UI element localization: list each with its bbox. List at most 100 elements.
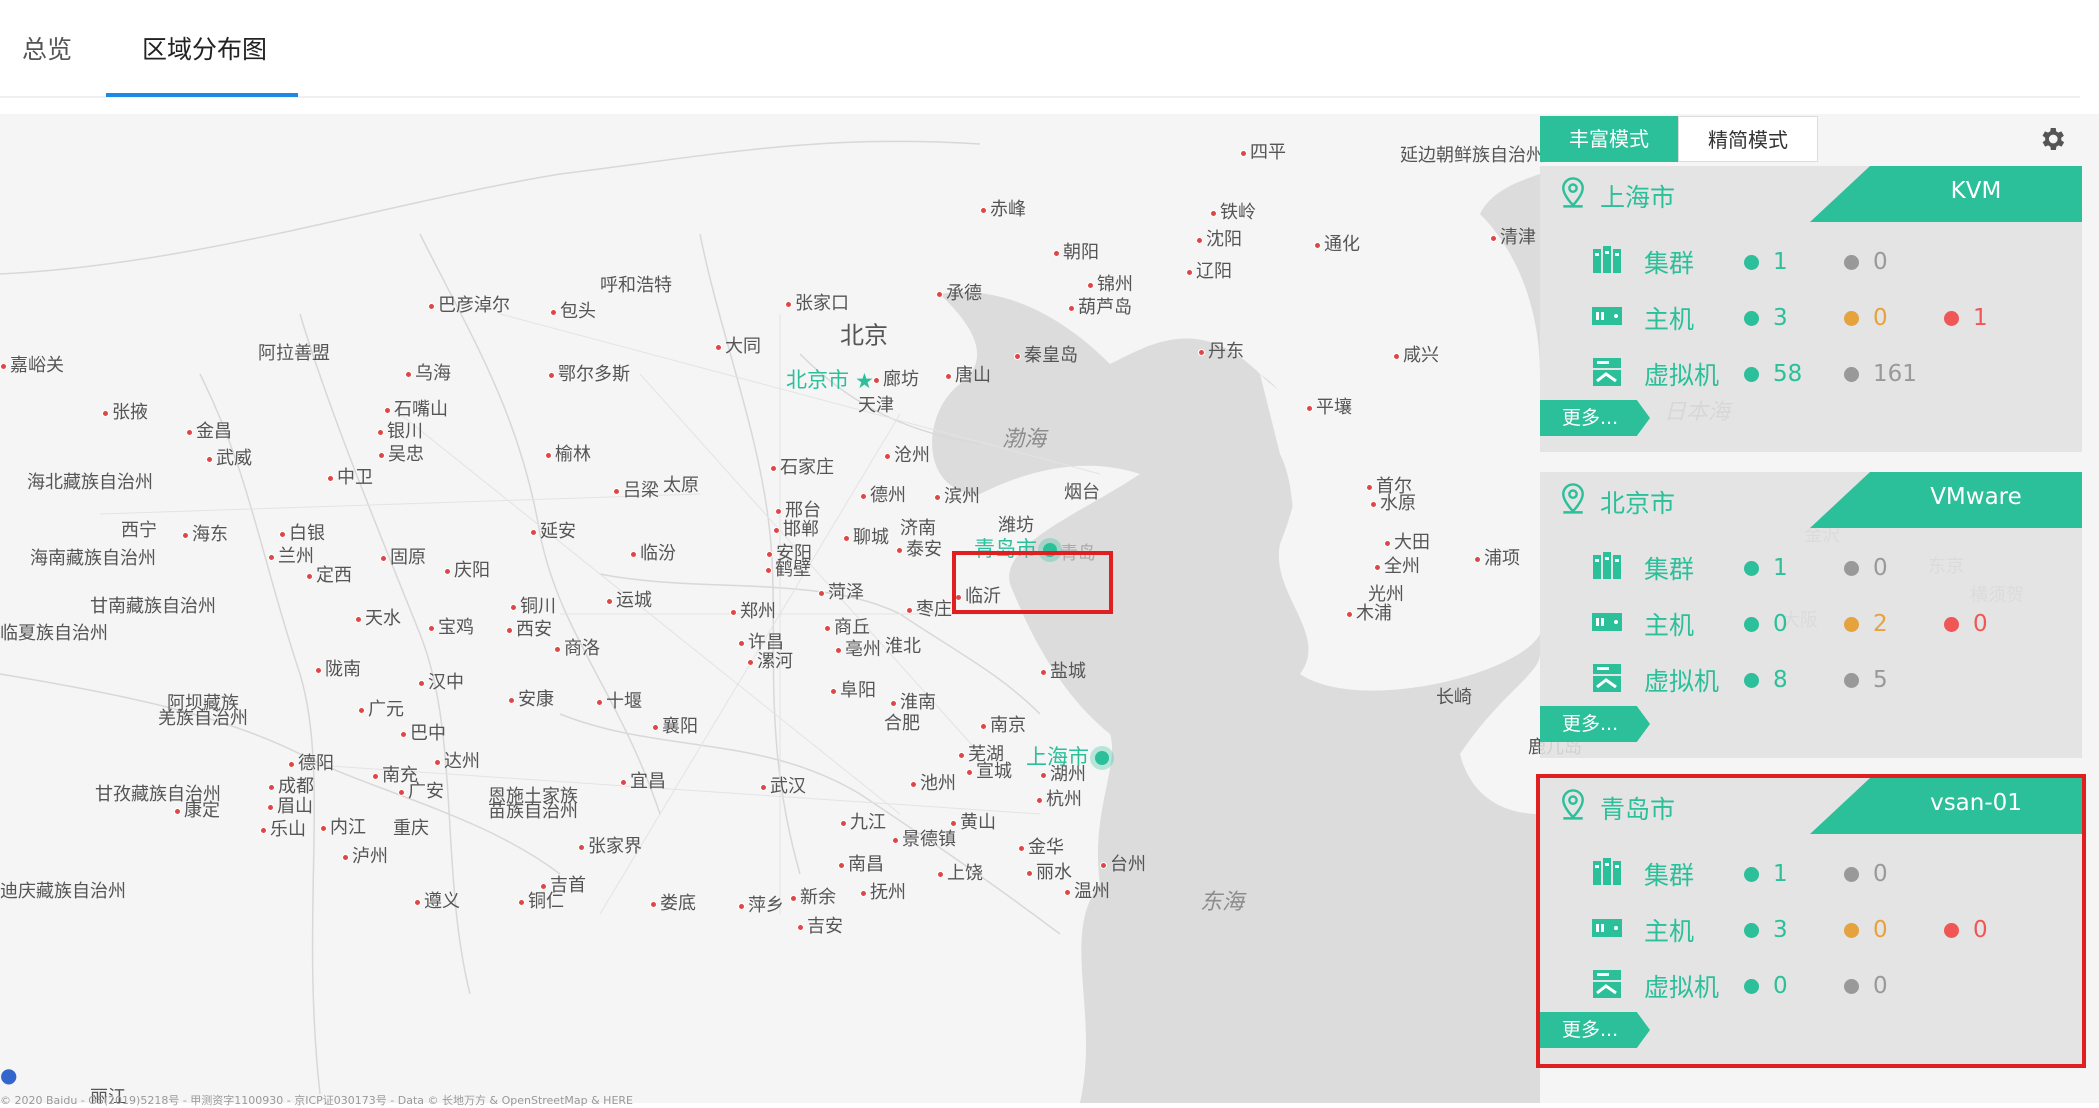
city-name: 泸州 xyxy=(352,846,388,867)
city-name: 运城 xyxy=(616,590,652,611)
map-city-label: 广元 xyxy=(358,695,404,721)
city-dot xyxy=(892,836,899,844)
city-dot xyxy=(738,639,745,647)
card-row-host[interactable]: 主机 3 0 0 xyxy=(1590,910,2070,950)
city-name: 亳州 xyxy=(845,639,881,660)
status-count: 0 xyxy=(1844,973,1944,999)
city-name: 泰安 xyxy=(906,539,942,560)
status-count: 8 xyxy=(1744,667,1844,693)
city-dot xyxy=(818,589,825,597)
more-button[interactable]: 更多... xyxy=(1540,400,1650,436)
city-dot xyxy=(1018,844,1025,852)
city-dot xyxy=(206,455,213,463)
settings-gear-icon[interactable] xyxy=(2037,124,2067,154)
map-city-label: 聊城 xyxy=(843,523,889,549)
city-dot xyxy=(936,290,943,298)
map-city-label: 海北藏族自治州 xyxy=(27,468,153,494)
city-dot xyxy=(738,902,745,910)
city-name: 遵义 xyxy=(424,891,460,912)
map-city-label: 秦皇岛 xyxy=(1014,341,1078,367)
map-city-label: 武汉 xyxy=(760,772,806,798)
more-button[interactable]: 更多... xyxy=(1540,1012,1650,1048)
city-name: 池州 xyxy=(920,773,956,794)
city-name: 盐城 xyxy=(1050,661,1086,682)
city-name: 滨州 xyxy=(944,486,980,507)
map-city-label: 内江 xyxy=(320,813,366,839)
tab-overview[interactable]: 总览 xyxy=(22,30,72,66)
map-city-label: 南京 xyxy=(980,711,1026,737)
status-value: 0 xyxy=(1873,861,1888,887)
city-dot xyxy=(548,371,555,379)
highlighted-city-marker[interactable]: 上海市 xyxy=(1026,741,1109,771)
card-row-vm[interactable]: 虚拟机 0 0 xyxy=(1590,966,2070,1006)
city-name: 聊城 xyxy=(853,527,889,548)
card-row-cluster[interactable]: 集群 1 0 xyxy=(1590,242,2070,282)
map-city-label: 德州 xyxy=(860,481,906,507)
city-dot xyxy=(835,646,842,654)
card-row-cluster[interactable]: 集群 1 0 xyxy=(1590,854,2070,894)
city-name: 朝阳 xyxy=(1063,242,1099,263)
map-city-label: 金昌 xyxy=(186,417,232,443)
status-count: 58 xyxy=(1744,361,1844,387)
map-city-label: 全州 xyxy=(1374,552,1420,578)
highlighted-city-marker[interactable]: 北京市 ★ xyxy=(786,364,874,394)
city-name: 迪庆藏族自治州 xyxy=(0,881,126,902)
city-name: 台州 xyxy=(1110,854,1146,875)
status-dot-icon xyxy=(1744,672,1759,688)
map-city-label: 沈阳 xyxy=(1196,225,1242,251)
city-dot xyxy=(958,751,965,759)
city-dot xyxy=(315,666,322,674)
region-card: 青岛市 vsan-01 集群 1 0 主机 3 0 0 虚拟机 0 0 更多... xyxy=(1536,774,2086,1068)
card-row-cluster[interactable]: 集群 1 0 xyxy=(1590,548,2070,588)
more-button[interactable]: 更多... xyxy=(1540,706,1650,742)
map-city-label: 漯河 xyxy=(747,647,793,673)
status-dot-icon xyxy=(1844,254,1859,270)
row-label: 虚拟机 xyxy=(1644,361,1720,390)
city-name: 襄阳 xyxy=(662,716,698,737)
map-city-label: 襄阳 xyxy=(652,712,698,738)
status-value: 8 xyxy=(1773,667,1788,693)
card-header: 北京市 VMware xyxy=(1540,472,2082,528)
map-city-label: 武威 xyxy=(206,444,252,470)
city-dot xyxy=(288,760,295,768)
tab-region-map[interactable]: 区域分布图 xyxy=(142,30,267,66)
city-name: 海东 xyxy=(192,524,228,545)
map-city-label: 庆阳 xyxy=(444,556,490,582)
city-dot xyxy=(760,783,767,791)
card-platform-tag: VMware xyxy=(1810,472,2082,528)
city-dot xyxy=(1014,352,1021,360)
rich-mode-button[interactable]: 丰富模式 xyxy=(1540,116,1678,162)
card-row-vm[interactable]: 虚拟机 58 161 xyxy=(1590,354,2070,394)
location-pin-icon xyxy=(1562,177,1584,208)
map-city-label: 温州 xyxy=(1064,877,1110,903)
status-dot-icon xyxy=(1844,366,1859,382)
status-value: 0 xyxy=(1873,555,1888,581)
map-city-label: 邯郸 xyxy=(773,515,819,541)
map-city-label: 铁岭 xyxy=(1210,198,1256,224)
row-label: 主机 xyxy=(1644,917,1695,946)
city-name: 浦项 xyxy=(1484,548,1520,569)
city-dot xyxy=(765,566,772,574)
city-name: 锦州 xyxy=(1097,274,1133,295)
card-row-vm[interactable]: 虚拟机 8 5 xyxy=(1590,660,2070,700)
city-dot xyxy=(268,783,275,791)
city-name: 辽阳 xyxy=(1196,261,1232,282)
map-city-label: 水原 xyxy=(1370,489,1416,515)
city-dot xyxy=(1040,668,1047,676)
location-pulse-icon xyxy=(1095,751,1109,765)
map-city-label: 沧州 xyxy=(884,441,930,467)
city-name: 西宁 xyxy=(121,520,157,541)
status-dot-icon xyxy=(1844,310,1859,326)
card-row-host[interactable]: 主机 3 0 1 xyxy=(1590,298,2070,338)
city-dot xyxy=(434,758,441,766)
city-dot xyxy=(906,606,913,614)
status-count: 5 xyxy=(1844,667,1944,693)
tab-bar: 总览 区域分布图 xyxy=(0,0,2080,98)
city-name: 天津 xyxy=(858,395,894,416)
map-city-label: 滨州 xyxy=(934,482,980,508)
simple-mode-button[interactable]: 精简模式 xyxy=(1678,116,1818,162)
card-city-name: 青岛市 xyxy=(1600,795,1676,824)
card-row-host[interactable]: 主机 0 2 0 xyxy=(1590,604,2070,644)
city-dot xyxy=(652,723,659,731)
city-dot xyxy=(1210,209,1217,217)
